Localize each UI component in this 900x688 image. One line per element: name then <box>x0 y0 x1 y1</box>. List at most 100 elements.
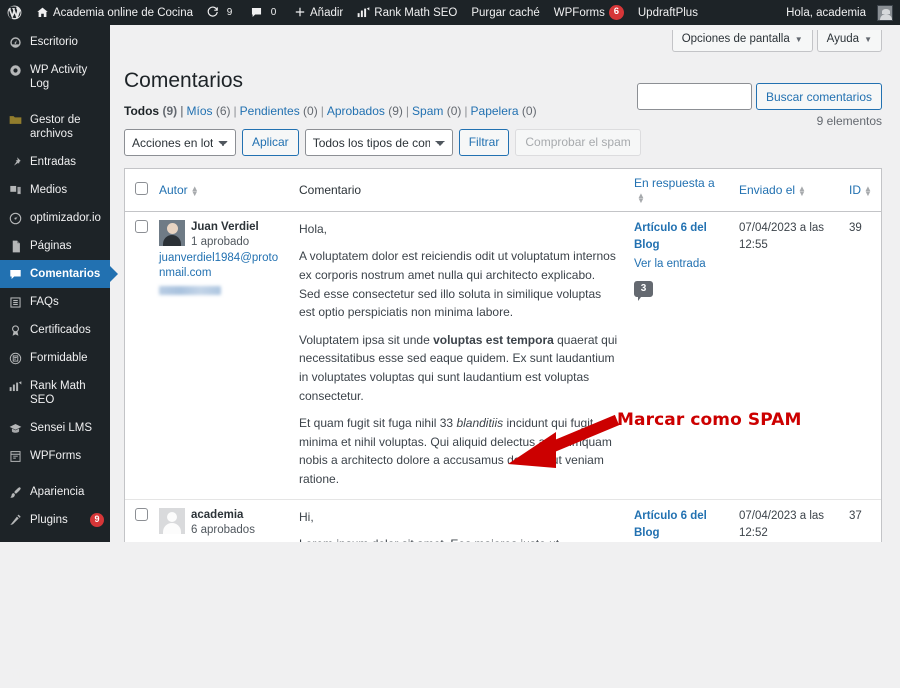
comment-cell: Hi,Lorem ipsum dolor sit amet. Eos maior… <box>291 499 626 542</box>
wpforms-menu[interactable]: WPForms 6 <box>547 0 631 25</box>
site-name-menu[interactable]: Academia online de Cocina <box>29 0 200 25</box>
view-link-todos-count: (9) <box>162 104 177 118</box>
sidebar-item-optimizador-io-label: optimizador.io <box>30 211 104 225</box>
comments-button[interactable]: 0 <box>243 0 287 25</box>
sidebar-item-formidable[interactable]: Formidable <box>0 344 110 372</box>
select-all-header[interactable] <box>125 169 151 212</box>
site-name-label: Academia online de Cocina <box>53 7 193 19</box>
comment-paragraph: Lorem ipsum dolor sit amet. Eos maiores … <box>299 535 618 542</box>
table-row: academia6 aprobadospruebas.webempresa.eu… <box>125 499 881 542</box>
view-link-aprobados-item: Aprobados (9)| <box>327 104 412 118</box>
view-separator: | <box>318 104 327 118</box>
apply-bulk-button[interactable]: Aplicar <box>242 129 299 156</box>
list-icon <box>8 295 23 309</box>
post-comment-count-badge[interactable]: 3 <box>634 281 653 297</box>
row-checkbox[interactable] <box>135 508 148 521</box>
column-header-date[interactable]: Enviado el▲▼ <box>731 169 841 212</box>
screen-meta-links: Opciones de pantalla ▼ Ayuda ▼ <box>124 25 882 52</box>
wordpress-logo-button[interactable] <box>0 0 29 25</box>
search-box: Buscar comentarios <box>637 83 882 110</box>
wpforms-label: WPForms <box>554 7 605 19</box>
sidebar-item-certificados[interactable]: Certificados <box>0 316 110 344</box>
purge-cache-button[interactable]: Purgar caché <box>464 0 546 25</box>
sidebar-item-escritorio[interactable]: Escritorio <box>0 28 110 56</box>
comments-table-body: Juan Verdiel1 aprobadojuanverdiel1984@pr… <box>125 212 881 542</box>
comment-bubble-icon <box>250 6 263 19</box>
sidebar-item-entradas-label: Entradas <box>30 155 104 169</box>
screen-options-button[interactable]: Opciones de pantalla ▼ <box>672 30 813 52</box>
sidebar-item-wp-activity-log[interactable]: WP Activity Log <box>0 56 110 98</box>
sidebar-item-comentarios[interactable]: Comentarios <box>0 260 110 288</box>
sidebar-item-usuarios[interactable]: Usuarios <box>0 534 110 562</box>
sidebar-item-optimizador-io[interactable]: optimizador.io <box>0 204 110 232</box>
sidebar-item-plugins[interactable]: Plugins 9 <box>0 506 110 534</box>
sort-id-link[interactable]: ID <box>849 183 861 197</box>
view-link-spam[interactable]: Spam <box>412 104 443 118</box>
sidebar-item-sensei-lms[interactable]: Sensei LMS <box>0 414 110 442</box>
account-greeting: Hola, academia <box>786 7 866 19</box>
migration-icon <box>8 625 23 639</box>
check-spam-button[interactable]: Comprobar el spam <box>515 129 640 156</box>
sort-author-link[interactable]: Autor <box>159 183 188 197</box>
sidebar-item-plugins-badge: 9 <box>90 513 104 527</box>
bulk-actions-select[interactable]: Acciones en lote <box>124 129 236 156</box>
column-header-response[interactable]: En respuesta a ▲▼ <box>626 169 731 212</box>
view-link-todos[interactable]: Todos <box>124 104 159 118</box>
row-select-cell[interactable] <box>125 212 151 499</box>
sidebar-item-ajustes[interactable]: Ajustes <box>0 660 110 688</box>
sidebar-item-all-in-one-wp-migration[interactable]: All-in-One WP Migration <box>0 618 110 660</box>
wpforms-icon <box>8 449 23 463</box>
row-select-cell[interactable] <box>125 499 151 542</box>
table-row: Juan Verdiel1 aprobadojuanverdiel1984@pr… <box>125 212 881 499</box>
view-link-pendientes[interactable]: Pendientes <box>240 104 300 118</box>
sidebar-item-rank-math-seo[interactable]: Rank Math SEO <box>0 372 110 414</box>
view-link-m-os[interactable]: Míos <box>186 104 212 118</box>
sidebar-item-faqs[interactable]: FAQs <box>0 288 110 316</box>
comments-count: 0 <box>267 6 280 19</box>
media-icon <box>8 183 23 197</box>
updates-button[interactable]: 9 <box>200 0 243 25</box>
search-submit-button[interactable]: Buscar comentarios <box>756 83 882 110</box>
sidebar-item-entradas[interactable]: Entradas <box>0 148 110 176</box>
sidebar-item-herramientas[interactable]: Herramientas <box>0 590 110 618</box>
sidebar-item-plugins-label: Plugins <box>30 513 80 527</box>
sidebar-item-usuarios-label: Usuarios <box>30 541 104 555</box>
sidebar-item-faqs-label: FAQs <box>30 295 104 309</box>
view-link-aprobados[interactable]: Aprobados <box>327 104 385 118</box>
new-content-button[interactable]: Añadir <box>287 0 350 25</box>
plus-icon <box>294 6 306 18</box>
sidebar-item-profile-builder[interactable]: Profile Builder <box>0 562 110 590</box>
comments-table: Autor▲▼ Comentario En respuesta a▲▼ Envi… <box>124 168 882 542</box>
menu-separator <box>0 98 110 106</box>
view-post-link[interactable]: Ver la entrada <box>634 256 723 273</box>
sort-response-link[interactable]: En respuesta a <box>634 176 715 190</box>
sidebar-item-apariencia[interactable]: Apariencia <box>0 478 110 506</box>
updraftplus-menu[interactable]: UpdraftPlus <box>631 0 705 25</box>
response-cell: Artículo 6 del BlogVer la entrada3 <box>626 499 731 542</box>
comment-type-filter-select[interactable]: Todos los tipos de comen <box>305 129 453 156</box>
view-separator: | <box>231 104 240 118</box>
column-header-author[interactable]: Autor▲▼ <box>151 169 291 212</box>
view-link-papelera[interactable]: Papelera <box>471 104 519 118</box>
rank-math-menu[interactable]: Rank Math SEO <box>350 0 464 25</box>
select-all-checkbox[interactable] <box>135 182 148 195</box>
sidebar-item-wpforms-label: WPForms <box>30 449 104 463</box>
sidebar-item-medios[interactable]: Medios <box>0 176 110 204</box>
sidebar-item-p-ginas[interactable]: Páginas <box>0 232 110 260</box>
view-link-m-os-item: Míos (6)| <box>186 104 239 118</box>
response-post-link[interactable]: Artículo 6 del Blog <box>634 508 723 542</box>
sidebar-item-gestor-de-archivos[interactable]: Gestor de archivos <box>0 106 110 148</box>
sort-date-link[interactable]: Enviado el <box>739 183 795 197</box>
filter-button[interactable]: Filtrar <box>459 129 510 156</box>
row-checkbox[interactable] <box>135 220 148 233</box>
sort-indicator-icon: ▲▼ <box>637 193 645 203</box>
help-button[interactable]: Ayuda ▼ <box>817 30 882 52</box>
author-approved-count: 6 aprobados <box>191 524 255 536</box>
search-input[interactable] <box>637 83 752 110</box>
id-cell: 37 <box>841 499 881 542</box>
sidebar-item-wpforms[interactable]: WPForms <box>0 442 110 470</box>
column-header-id[interactable]: ID▲▼ <box>841 169 881 212</box>
response-post-link[interactable]: Artículo 6 del Blog <box>634 220 723 255</box>
my-account-menu[interactable]: Hola, academia <box>779 0 900 25</box>
author-email-link[interactable]: juanverdiel1984@protonmail.com <box>159 251 283 282</box>
